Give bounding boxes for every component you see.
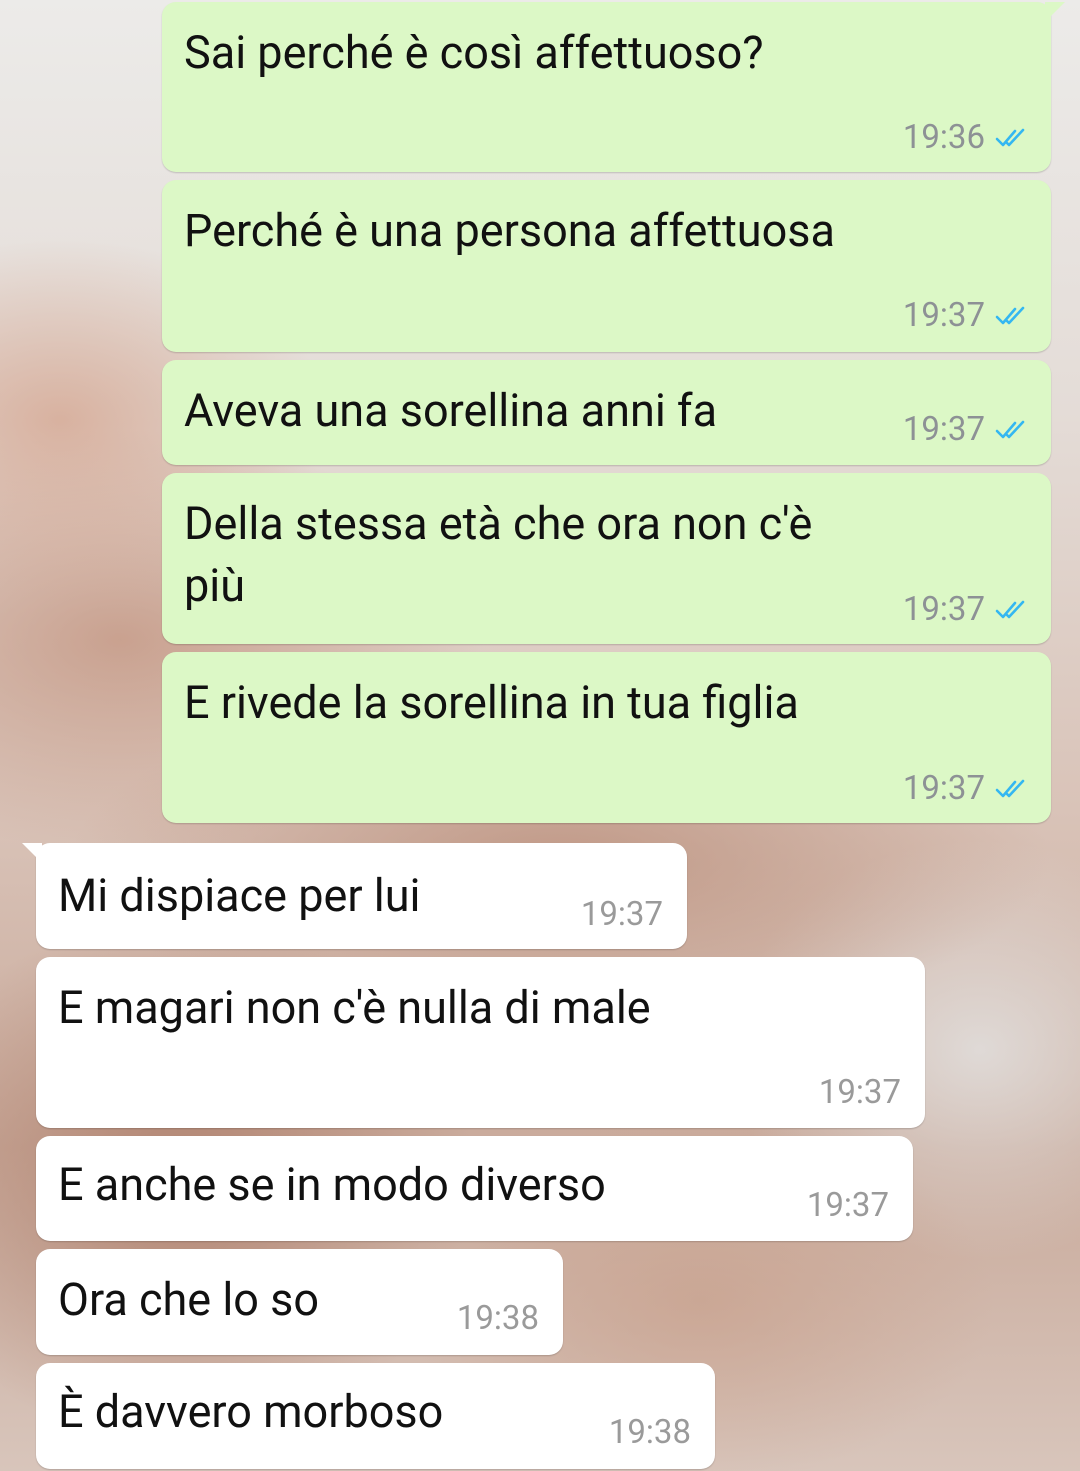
message-bubble-outgoing[interactable]: Della stessa età che ora non c'è più 19:…: [162, 473, 1051, 644]
message-meta: 19:37: [903, 590, 1027, 629]
message-meta: 19:38: [457, 1299, 539, 1338]
bubble-tail: [22, 843, 42, 863]
message-time: 19:37: [902, 769, 985, 808]
message-time: 19:37: [806, 1186, 889, 1225]
bubble-tail: [1045, 2, 1065, 22]
message-meta: 19:37: [581, 895, 663, 934]
message-time: 19:38: [456, 1299, 539, 1338]
message-bubble-outgoing[interactable]: Sai perché è così affettuoso? 19:36: [162, 2, 1065, 172]
double-check-read-icon: [995, 420, 1025, 438]
message-bubble-incoming[interactable]: E anche se in modo diverso 19:37: [36, 1136, 913, 1241]
message-meta: 19:37: [903, 769, 1027, 808]
double-check-read-icon: [995, 600, 1025, 618]
message-text: Perché è una persona affettuosa: [184, 204, 835, 257]
message-bubble-outgoing[interactable]: E rivede la sorellina in tua figlia 19:3…: [162, 652, 1051, 823]
message-meta: 19:38: [609, 1413, 691, 1452]
message-meta: 19:37: [807, 1186, 889, 1225]
message-bubble-incoming[interactable]: È davvero morboso 19:38: [36, 1363, 715, 1469]
double-check-read-icon: [995, 779, 1025, 797]
message-time: 19:37: [818, 1073, 901, 1112]
message-time: 19:37: [902, 410, 985, 449]
message-meta: 19:37: [903, 410, 1027, 449]
message-text: Mi dispiace per lui: [58, 869, 421, 922]
message-time: 19:37: [902, 296, 985, 335]
message-time: 19:36: [902, 118, 985, 157]
message-meta: 19:37: [903, 296, 1027, 335]
double-check-read-icon: [995, 128, 1025, 146]
message-time: 19:37: [902, 590, 985, 629]
message-text: Sai perché è così affettuoso?: [184, 26, 764, 79]
message-bubble-incoming[interactable]: Mi dispiace per lui 19:37: [22, 843, 687, 949]
message-time: 19:37: [580, 895, 663, 934]
message-text: E rivede la sorellina in tua figlia: [184, 676, 799, 729]
message-meta: 19:37: [819, 1073, 901, 1112]
message-text: Aveva una sorellina anni fa: [184, 384, 718, 437]
message-bubble-outgoing[interactable]: Aveva una sorellina anni fa 19:37: [162, 360, 1051, 465]
message-text: È davvero morboso: [58, 1385, 444, 1438]
double-check-read-icon: [995, 306, 1025, 324]
message-text: Della stessa età che ora non c'è più: [184, 497, 813, 612]
message-bubble-incoming[interactable]: E magari non c'è nulla di male 19:37: [36, 957, 925, 1128]
message-bubble-incoming[interactable]: Ora che lo so 19:38: [36, 1249, 563, 1355]
message-time: 19:38: [608, 1413, 691, 1452]
message-meta: 19:36: [903, 118, 1027, 157]
message-text: Ora che lo so: [58, 1273, 319, 1326]
message-bubble-outgoing[interactable]: Perché è una persona affettuosa 19:37: [162, 180, 1051, 352]
message-text: E magari non c'è nulla di male: [58, 981, 651, 1034]
message-text: E anche se in modo diverso: [58, 1158, 606, 1211]
